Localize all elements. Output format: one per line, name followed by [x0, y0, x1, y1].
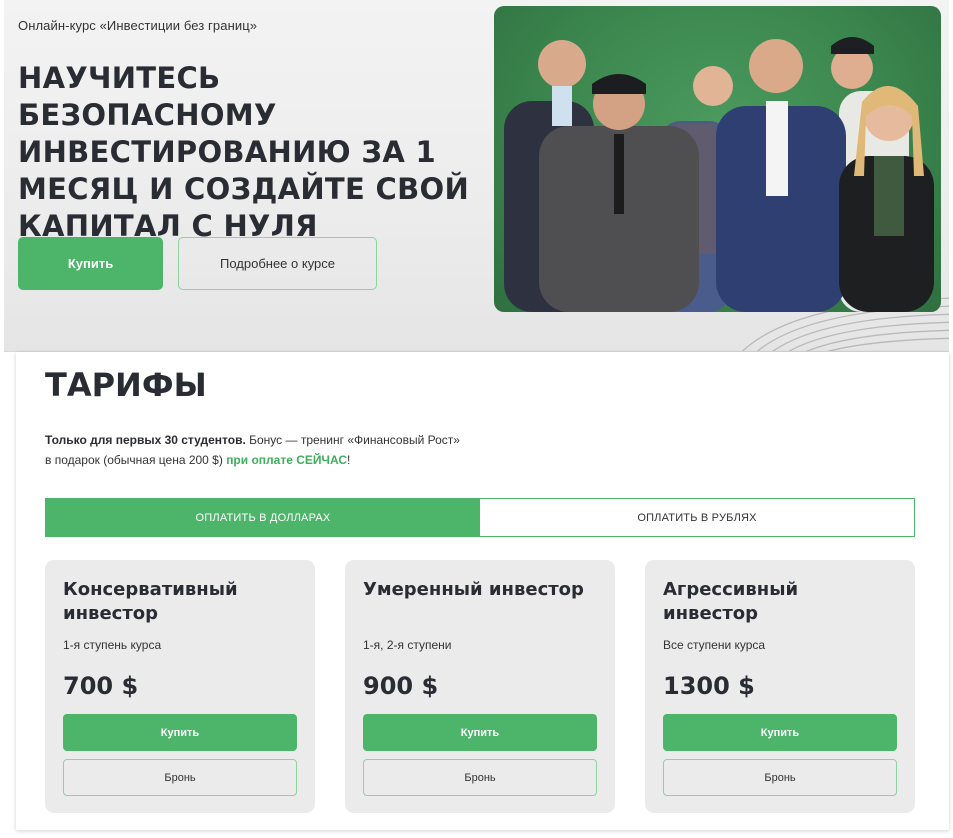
hero-title: НАУЧИТЕСЬ БЕЗОПАСНОМУ ИНВЕСТИРОВАНИЮ ЗА … [18, 61, 470, 243]
plan-description: Все ступени курса [663, 638, 766, 652]
plan-name: Консервативный инвестор [63, 579, 238, 624]
plan-buy-button[interactable]: Купить [663, 714, 897, 751]
plan-description: 1-я ступень курса [63, 638, 162, 652]
plan-buy-button[interactable]: Купить [363, 714, 597, 751]
promo-end: ! [347, 453, 351, 467]
plan-reserve-button[interactable]: Бронь [63, 759, 297, 796]
team-photo [494, 6, 941, 312]
course-details-button[interactable]: Подробнее о курсе [178, 237, 377, 290]
plan-description: 1-я, 2-я ступени [363, 638, 452, 652]
hero-buy-button[interactable]: Купить [18, 237, 163, 290]
tariffs-section: ТАРИФЫ Только для первых 30 студентов. Б… [16, 352, 949, 830]
plan-price: 700 $ [63, 672, 139, 700]
plan-card-moderate: Умеренный инвестор 1-я, 2-я ступени 900 … [345, 560, 615, 813]
course-subtitle: Онлайн-курс «Инвестиции без границ» [18, 18, 258, 33]
plan-card-aggressive: Агрессивный инвестор Все ступени курса 1… [645, 560, 915, 813]
currency-tabs: ОПЛАТИТЬ В ДОЛЛАРАХ ОПЛАТИТЬ В РУБЛЯХ [45, 498, 915, 537]
promo-text: Только для первых 30 студентов. Бонус — … [45, 430, 525, 470]
plan-reserve-button[interactable]: Бронь [363, 759, 597, 796]
promo-highlight: при оплате СЕЙЧАС [226, 453, 347, 467]
plan-cards: Консервативный инвестор 1-я ступень курс… [45, 560, 915, 813]
tab-pay-rubles[interactable]: ОПЛАТИТЬ В РУБЛЯХ [480, 499, 914, 536]
plan-price: 1300 $ [663, 672, 755, 700]
promo-text-2: в подарок (обычная цена 200 $) [45, 453, 227, 467]
hero-section: Онлайн-курс «Инвестиции без границ» НАУЧ… [4, 0, 949, 352]
promo-bold: Только для первых 30 студентов. [45, 433, 246, 447]
promo-text-1: Бонус — тренинг «Финансовый Рост» [245, 433, 460, 447]
plan-name: Агрессивный инвестор [663, 579, 799, 624]
plan-name: Умеренный инвестор [363, 579, 584, 600]
plan-reserve-button[interactable]: Бронь [663, 759, 897, 796]
tariffs-title: ТАРИФЫ [45, 366, 207, 404]
plan-card-conservative: Консервативный инвестор 1-я ступень курс… [45, 560, 315, 813]
tab-pay-dollars[interactable]: ОПЛАТИТЬ В ДОЛЛАРАХ [46, 499, 480, 536]
plan-price: 900 $ [363, 672, 439, 700]
plan-buy-button[interactable]: Купить [63, 714, 297, 751]
